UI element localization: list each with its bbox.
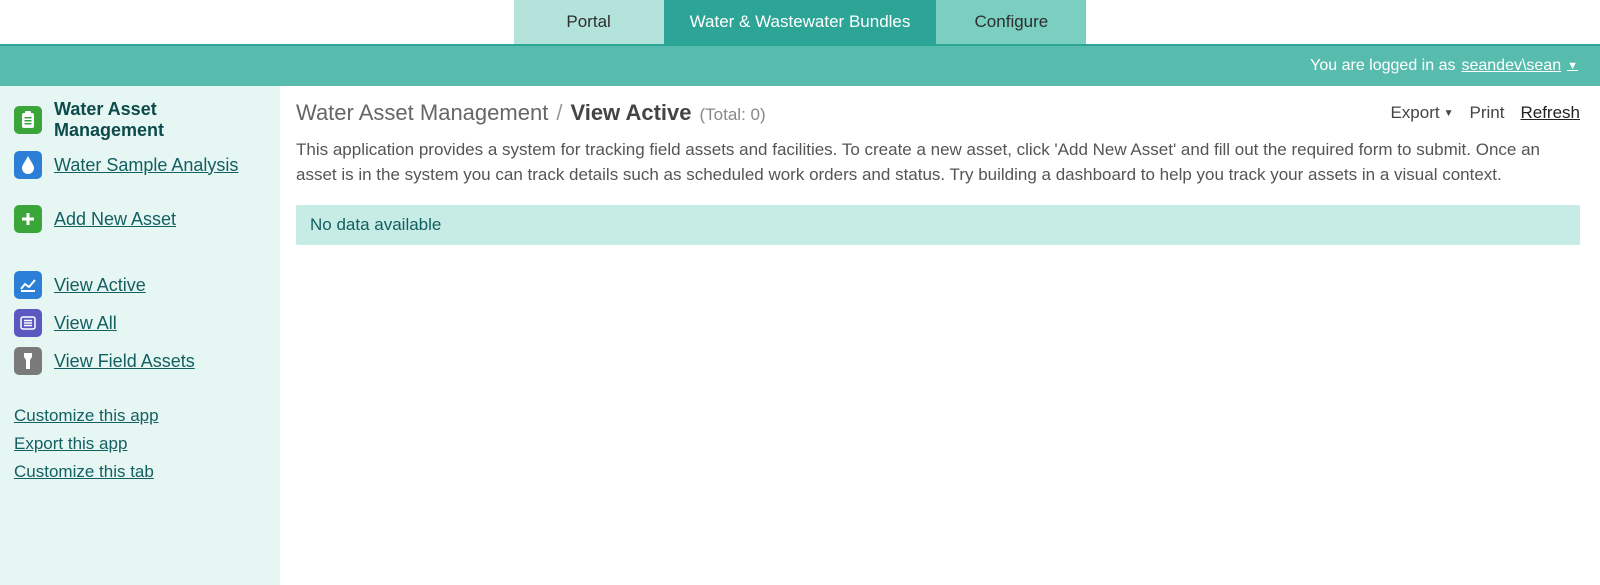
chart-icon (14, 271, 42, 299)
breadcrumb-total: (Total: 0) (700, 105, 766, 125)
login-prefix: You are logged in as (1310, 57, 1455, 75)
flashlight-icon (14, 347, 42, 375)
tab-label: Configure (975, 12, 1049, 32)
link-customize-app[interactable]: Customize this app (14, 406, 266, 426)
sidebar-item-label: View Field Assets (54, 351, 195, 372)
title-bar: Water Asset Management / View Active (To… (296, 100, 1580, 126)
print-button[interactable]: Print (1470, 103, 1505, 123)
sidebar-add-group: Add New Asset (0, 192, 280, 246)
main-content: Water Asset Management / View Active (To… (280, 86, 1600, 585)
sidebar-app-water-sample-analysis[interactable]: Water Sample Analysis (0, 146, 280, 184)
export-menu[interactable]: Export ▼ (1390, 103, 1453, 123)
tab-label: Water & Wastewater Bundles (690, 12, 911, 32)
plus-icon (14, 205, 42, 233)
sidebar-footer-links: Customize this app Export this app Custo… (0, 388, 280, 500)
sidebar-view-all[interactable]: View All (0, 304, 280, 342)
export-label: Export (1390, 103, 1439, 123)
link-customize-tab[interactable]: Customize this tab (14, 462, 266, 482)
login-bar: You are logged in as seandev\sean ▼ (0, 44, 1600, 86)
sidebar-apps-group: Water Asset Management Water Sample Anal… (0, 86, 280, 192)
user-name: seandev\sean (1461, 57, 1561, 75)
sidebar-item-label: View All (54, 313, 117, 334)
sidebar-item-label: Add New Asset (54, 209, 176, 230)
tab-configure[interactable]: Configure (936, 0, 1086, 44)
sidebar-item-label: Water Asset Management (54, 99, 266, 141)
clipboard-icon (14, 106, 42, 134)
list-icon (14, 309, 42, 337)
app-description: This application provides a system for t… (296, 138, 1580, 187)
no-data-banner: No data available (296, 205, 1580, 245)
user-menu[interactable]: seandev\sean ▼ (1461, 57, 1578, 75)
sidebar-view-field-assets[interactable]: View Field Assets (0, 342, 280, 380)
sidebar-view-active[interactable]: View Active (0, 266, 280, 304)
tab-portal[interactable]: Portal (514, 0, 664, 44)
breadcrumb: Water Asset Management / View Active (To… (296, 100, 766, 126)
breadcrumb-app: Water Asset Management (296, 100, 548, 126)
refresh-button[interactable]: Refresh (1520, 103, 1580, 123)
breadcrumb-page: View Active (570, 100, 691, 126)
tab-bundles[interactable]: Water & Wastewater Bundles (664, 0, 937, 44)
link-export-app[interactable]: Export this app (14, 434, 266, 454)
sidebar-item-label: View Active (54, 275, 146, 296)
sidebar-app-water-asset-mgmt[interactable]: Water Asset Management (0, 94, 280, 146)
caret-down-icon: ▼ (1567, 60, 1578, 72)
drop-icon (14, 151, 42, 179)
caret-down-icon: ▼ (1444, 108, 1454, 119)
top-nav: Portal Water & Wastewater Bundles Config… (0, 0, 1600, 44)
tab-label: Portal (566, 12, 610, 32)
page-actions: Export ▼ Print Refresh (1390, 103, 1580, 123)
sidebar-views-group: View Active View All View Field Assets (0, 258, 280, 388)
sidebar: Water Asset Management Water Sample Anal… (0, 86, 280, 585)
sidebar-item-label: Water Sample Analysis (54, 155, 238, 176)
breadcrumb-sep: / (556, 100, 562, 126)
sidebar-add-new-asset[interactable]: Add New Asset (0, 200, 280, 238)
